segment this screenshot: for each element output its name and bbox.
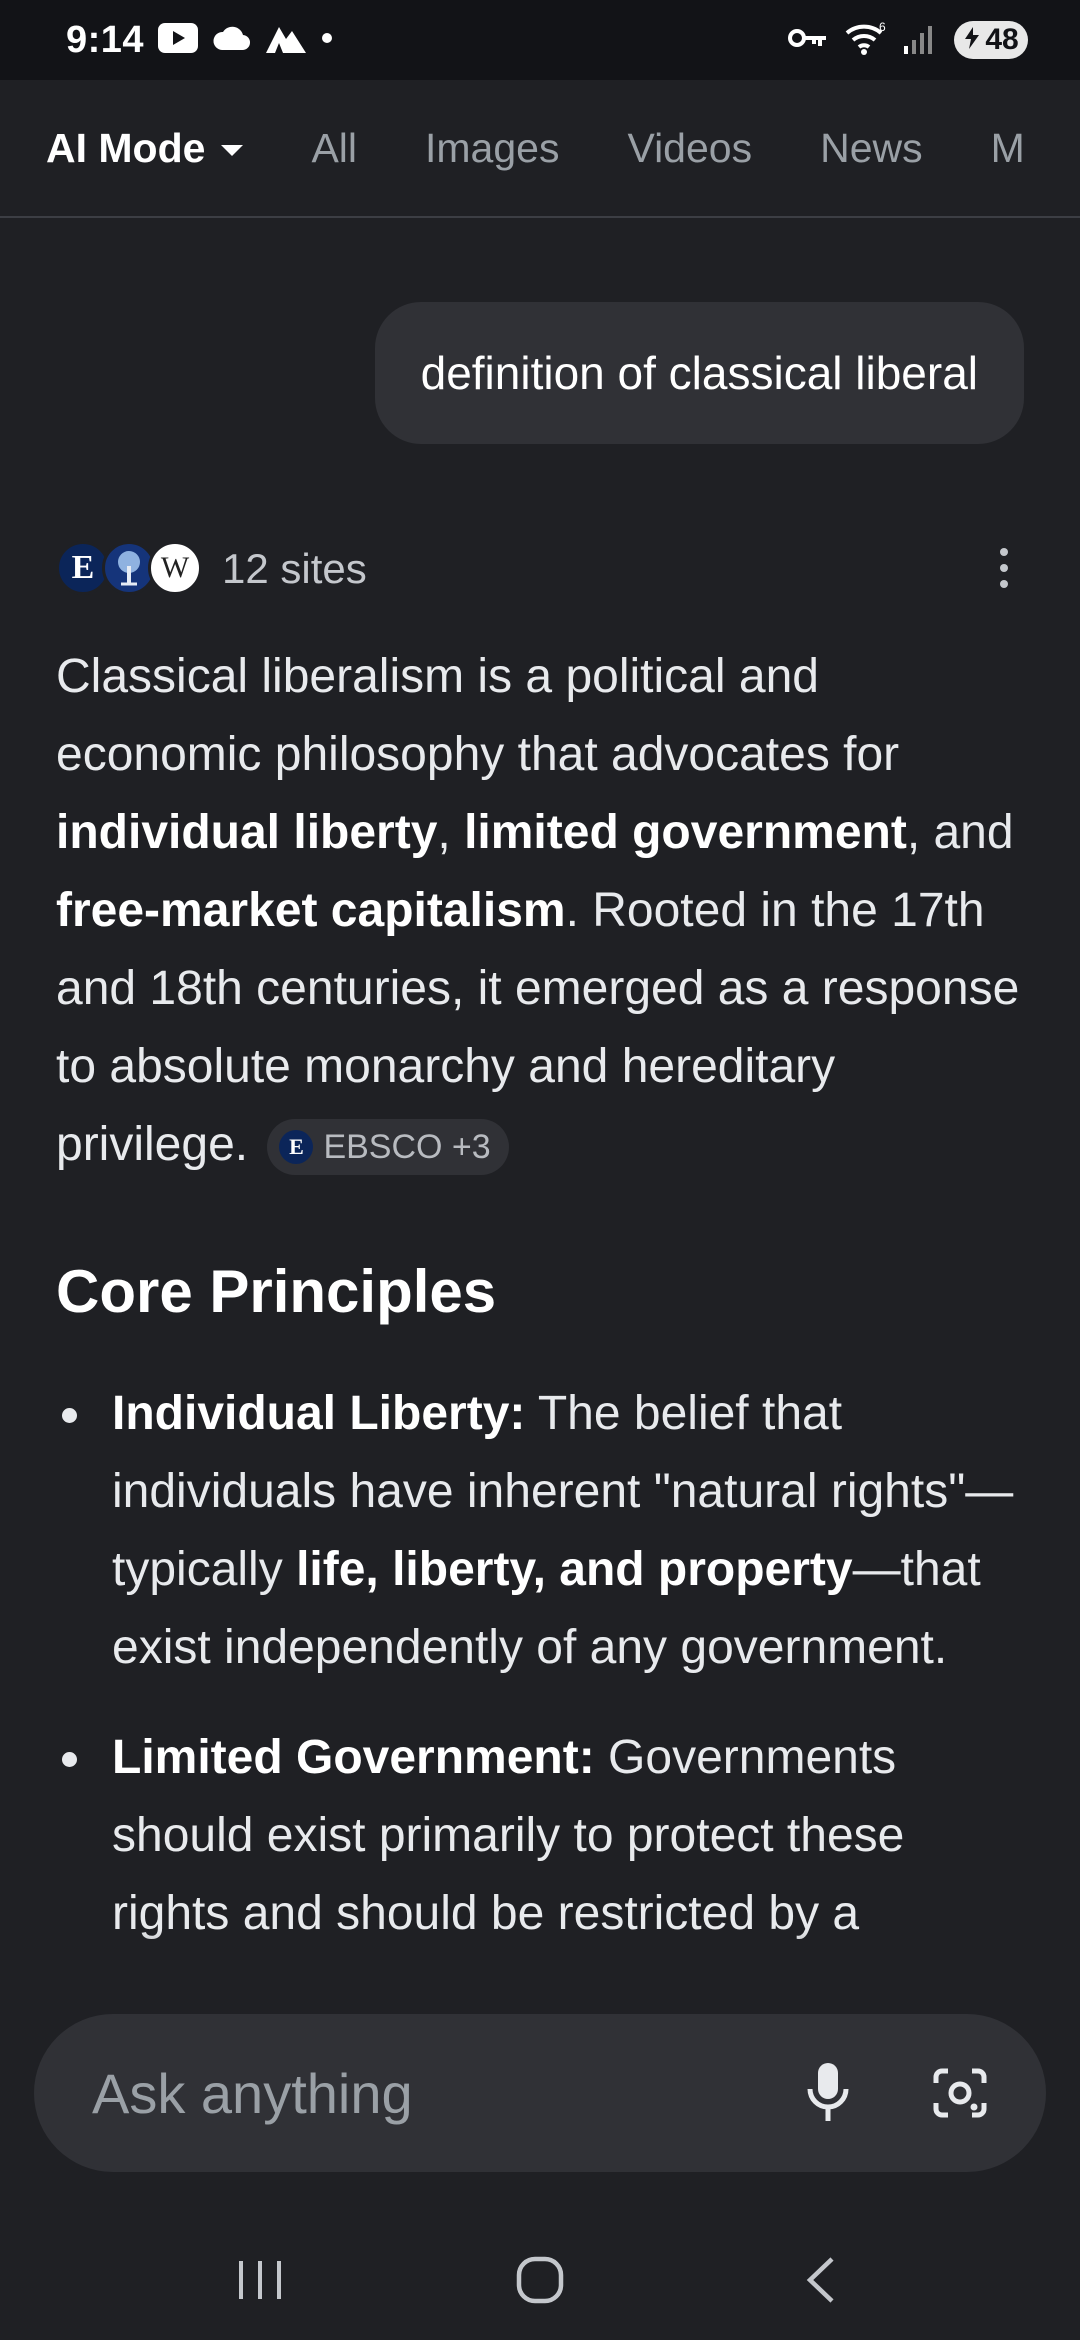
citation-label: EBSCO +3 bbox=[323, 1128, 491, 1166]
answer-bold: individual liberty bbox=[56, 806, 438, 859]
principle-title: Limited Government: bbox=[112, 1731, 595, 1784]
answer-text: , and bbox=[906, 806, 1014, 859]
microphone-icon[interactable] bbox=[792, 2057, 864, 2129]
mountain-icon bbox=[266, 23, 307, 58]
wifi-icon: 6 bbox=[844, 20, 888, 60]
tab-images[interactable]: Images bbox=[425, 125, 559, 172]
answer-text: Classical liberalism is a political and … bbox=[56, 650, 900, 781]
principle-title: Individual Liberty: bbox=[112, 1387, 526, 1440]
section-heading: Core Principles bbox=[56, 1258, 497, 1325]
key-icon bbox=[788, 26, 828, 55]
home-icon[interactable] bbox=[495, 2235, 585, 2325]
sites-count[interactable]: 12 sites bbox=[222, 545, 367, 593]
youtube-icon bbox=[158, 22, 199, 58]
principle-bold: life, liberty, and property bbox=[296, 1543, 853, 1596]
search-tabs: AI Mode All Images Videos News M bbox=[0, 80, 1080, 218]
navigation-bar bbox=[0, 2220, 1080, 2340]
battery-icon bbox=[963, 23, 981, 57]
dot-icon bbox=[320, 31, 334, 50]
answer-paragraph: Classical liberalism is a political and … bbox=[56, 638, 1036, 1184]
recent-apps-icon[interactable] bbox=[215, 2235, 305, 2325]
list-item: Individual Liberty: The belief that indi… bbox=[56, 1375, 1026, 1687]
tab-news[interactable]: News bbox=[820, 125, 923, 172]
answer-text: , bbox=[437, 806, 465, 859]
principles-list: Individual Liberty: The belief that indi… bbox=[56, 1375, 1026, 1985]
user-query-bubble: definition of classical liberal bbox=[374, 302, 1024, 444]
chevron-down-icon bbox=[221, 144, 244, 156]
lens-camera-icon[interactable] bbox=[924, 2057, 996, 2129]
source-favicons[interactable]: E W bbox=[56, 539, 202, 599]
ask-input[interactable]: Ask anything bbox=[34, 2014, 1046, 2172]
clock: 9:14 bbox=[66, 18, 145, 61]
status-bar: 9:14 6 48 bbox=[0, 0, 1080, 80]
answer-bold: free-market capitalism bbox=[56, 884, 566, 937]
svg-text:6: 6 bbox=[879, 21, 886, 34]
tab-videos[interactable]: Videos bbox=[627, 125, 752, 172]
answer-bold: limited government bbox=[464, 806, 907, 859]
battery-indicator: 48 bbox=[954, 21, 1028, 59]
ebsco-logo-icon: E bbox=[279, 1130, 314, 1164]
cloud-icon bbox=[212, 24, 252, 57]
ask-placeholder[interactable]: Ask anything bbox=[92, 2061, 792, 2126]
tab-ai-mode[interactable]: AI Mode bbox=[46, 124, 244, 172]
status-left: 9:14 bbox=[66, 19, 334, 62]
status-right: 6 48 bbox=[788, 20, 1028, 60]
tab-label: AI Mode bbox=[46, 124, 206, 171]
citation-chip[interactable]: E EBSCO +3 bbox=[267, 1119, 509, 1175]
wikipedia-favicon-icon: W bbox=[148, 541, 202, 595]
list-item: Limited Government: Governments should e… bbox=[56, 1719, 1026, 1953]
tab-more[interactable]: M bbox=[991, 125, 1025, 172]
tab-all[interactable]: All bbox=[311, 125, 357, 172]
sources-row[interactable]: E W 12 sites bbox=[56, 534, 1024, 604]
more-options-icon[interactable] bbox=[984, 548, 1024, 588]
back-icon[interactable] bbox=[775, 2235, 865, 2325]
battery-level: 48 bbox=[985, 23, 1019, 56]
signal-icon bbox=[904, 22, 938, 59]
